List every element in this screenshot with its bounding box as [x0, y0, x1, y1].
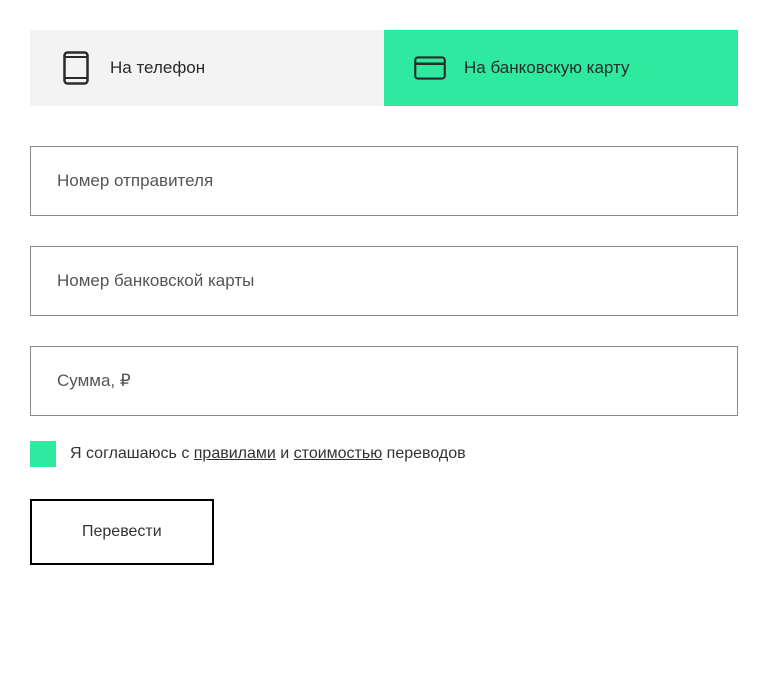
tab-phone-label: На телефон [110, 57, 205, 79]
tab-card-label: На банковскую карту [464, 57, 630, 79]
transfer-type-tabs: На телефон На банковскую карту [30, 30, 738, 106]
card-icon [414, 52, 446, 84]
agreement-middle: и [276, 445, 294, 462]
agreement-suffix: переводов [382, 445, 465, 462]
phone-icon [60, 52, 92, 84]
rules-link[interactable]: правилами [194, 445, 276, 462]
amount-input[interactable] [30, 346, 738, 416]
agreement-prefix: Я соглашаюсь с [70, 445, 194, 462]
tab-phone[interactable]: На телефон [30, 30, 384, 106]
sender-number-input[interactable] [30, 146, 738, 216]
tab-card[interactable]: На банковскую карту [384, 30, 738, 106]
cost-link[interactable]: стоимостью [294, 445, 383, 462]
submit-button[interactable]: Перевести [30, 499, 214, 565]
card-number-input[interactable] [30, 246, 738, 316]
agreement-checkbox[interactable] [30, 441, 56, 467]
agreement-row: Я соглашаюсь с правилами и стоимостью пе… [30, 441, 738, 467]
agreement-text: Я соглашаюсь с правилами и стоимостью пе… [70, 445, 466, 463]
